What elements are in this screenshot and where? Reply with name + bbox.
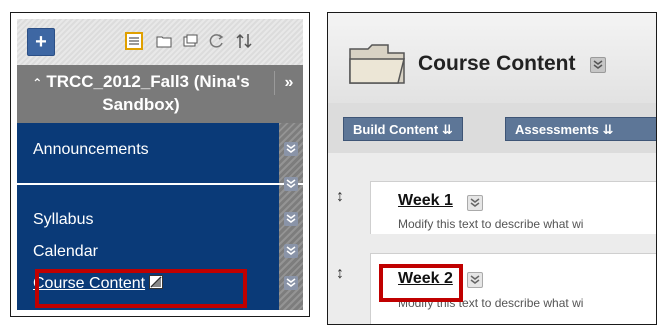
- drag-handle-icon[interactable]: ↕: [336, 265, 344, 283]
- list-view-icon[interactable]: [125, 32, 143, 50]
- item-title[interactable]: Week 1: [398, 192, 453, 210]
- assessments-button[interactable]: Assessments ⇊: [505, 117, 656, 141]
- chevron-down-icon[interactable]: [284, 276, 298, 290]
- reorder-icon[interactable]: [235, 32, 253, 50]
- nav-item-label: Calendar: [33, 243, 98, 260]
- chevron-down-icon: ⇊: [441, 122, 453, 137]
- chevron-down-icon[interactable]: [467, 195, 483, 211]
- build-content-label: Build Content: [353, 122, 439, 137]
- course-title: TRCC_2012_Fall3 (Nina's Sandbox): [46, 72, 250, 114]
- item-description: Modify this text to describe what wi: [398, 217, 584, 231]
- drag-handle-icon[interactable]: ↕: [336, 188, 344, 206]
- chevron-down-icon[interactable]: [284, 212, 298, 226]
- new-window-icon[interactable]: [181, 32, 199, 50]
- course-menu: + ⌃ TRCC_2012_Fall3 (Nina's Sandbox) » A…: [17, 19, 303, 310]
- assessments-label: Assessments: [515, 122, 599, 137]
- course-menu-toolbar: +: [17, 19, 303, 65]
- course-title-link[interactable]: ⌃ TRCC_2012_Fall3 (Nina's Sandbox): [31, 71, 251, 115]
- page-title: Course Content: [418, 52, 576, 75]
- content-panel: Course Content Build Content ⇊ Assessmen…: [327, 12, 657, 325]
- nav-item-announcements[interactable]: Announcements: [17, 139, 303, 163]
- course-header: ⌃ TRCC_2012_Fall3 (Nina's Sandbox) »: [17, 65, 303, 123]
- highlight-box: [35, 269, 247, 308]
- course-menu-panel: + ⌃ TRCC_2012_Fall3 (Nina's Sandbox) » A…: [10, 12, 310, 317]
- chevron-down-icon[interactable]: [284, 177, 298, 191]
- folder-view-icon[interactable]: [155, 32, 173, 50]
- chevron-down-icon[interactable]: [284, 244, 298, 258]
- content-list: ↕ Week 1 Modify this text to describe wh…: [328, 153, 656, 324]
- page-header: Course Content: [328, 13, 656, 103]
- refresh-icon[interactable]: [208, 32, 226, 50]
- nav-item-label: Syllabus: [33, 211, 94, 228]
- nav-item-label: Announcements: [33, 141, 149, 158]
- chevron-down-icon[interactable]: [284, 142, 298, 156]
- build-content-button[interactable]: Build Content ⇊: [343, 117, 463, 141]
- caret-up-icon: ⌃: [32, 76, 43, 90]
- chevron-down-icon: ⇊: [602, 122, 614, 137]
- chevron-down-icon[interactable]: [590, 57, 606, 73]
- nav-divider: [17, 183, 303, 185]
- action-bar: Build Content ⇊ Assessments ⇊: [328, 103, 656, 153]
- nav-item-syllabus[interactable]: Syllabus: [17, 209, 303, 233]
- content-item-week-1: Week 1 Modify this text to describe what…: [370, 181, 656, 234]
- chevron-down-icon[interactable]: [467, 272, 483, 288]
- nav-item-calendar[interactable]: Calendar: [17, 241, 303, 265]
- folder-icon: [348, 41, 406, 90]
- highlight-box: [379, 264, 463, 302]
- add-menu-item-button[interactable]: +: [27, 28, 55, 56]
- collapse-menu-button[interactable]: »: [274, 71, 303, 95]
